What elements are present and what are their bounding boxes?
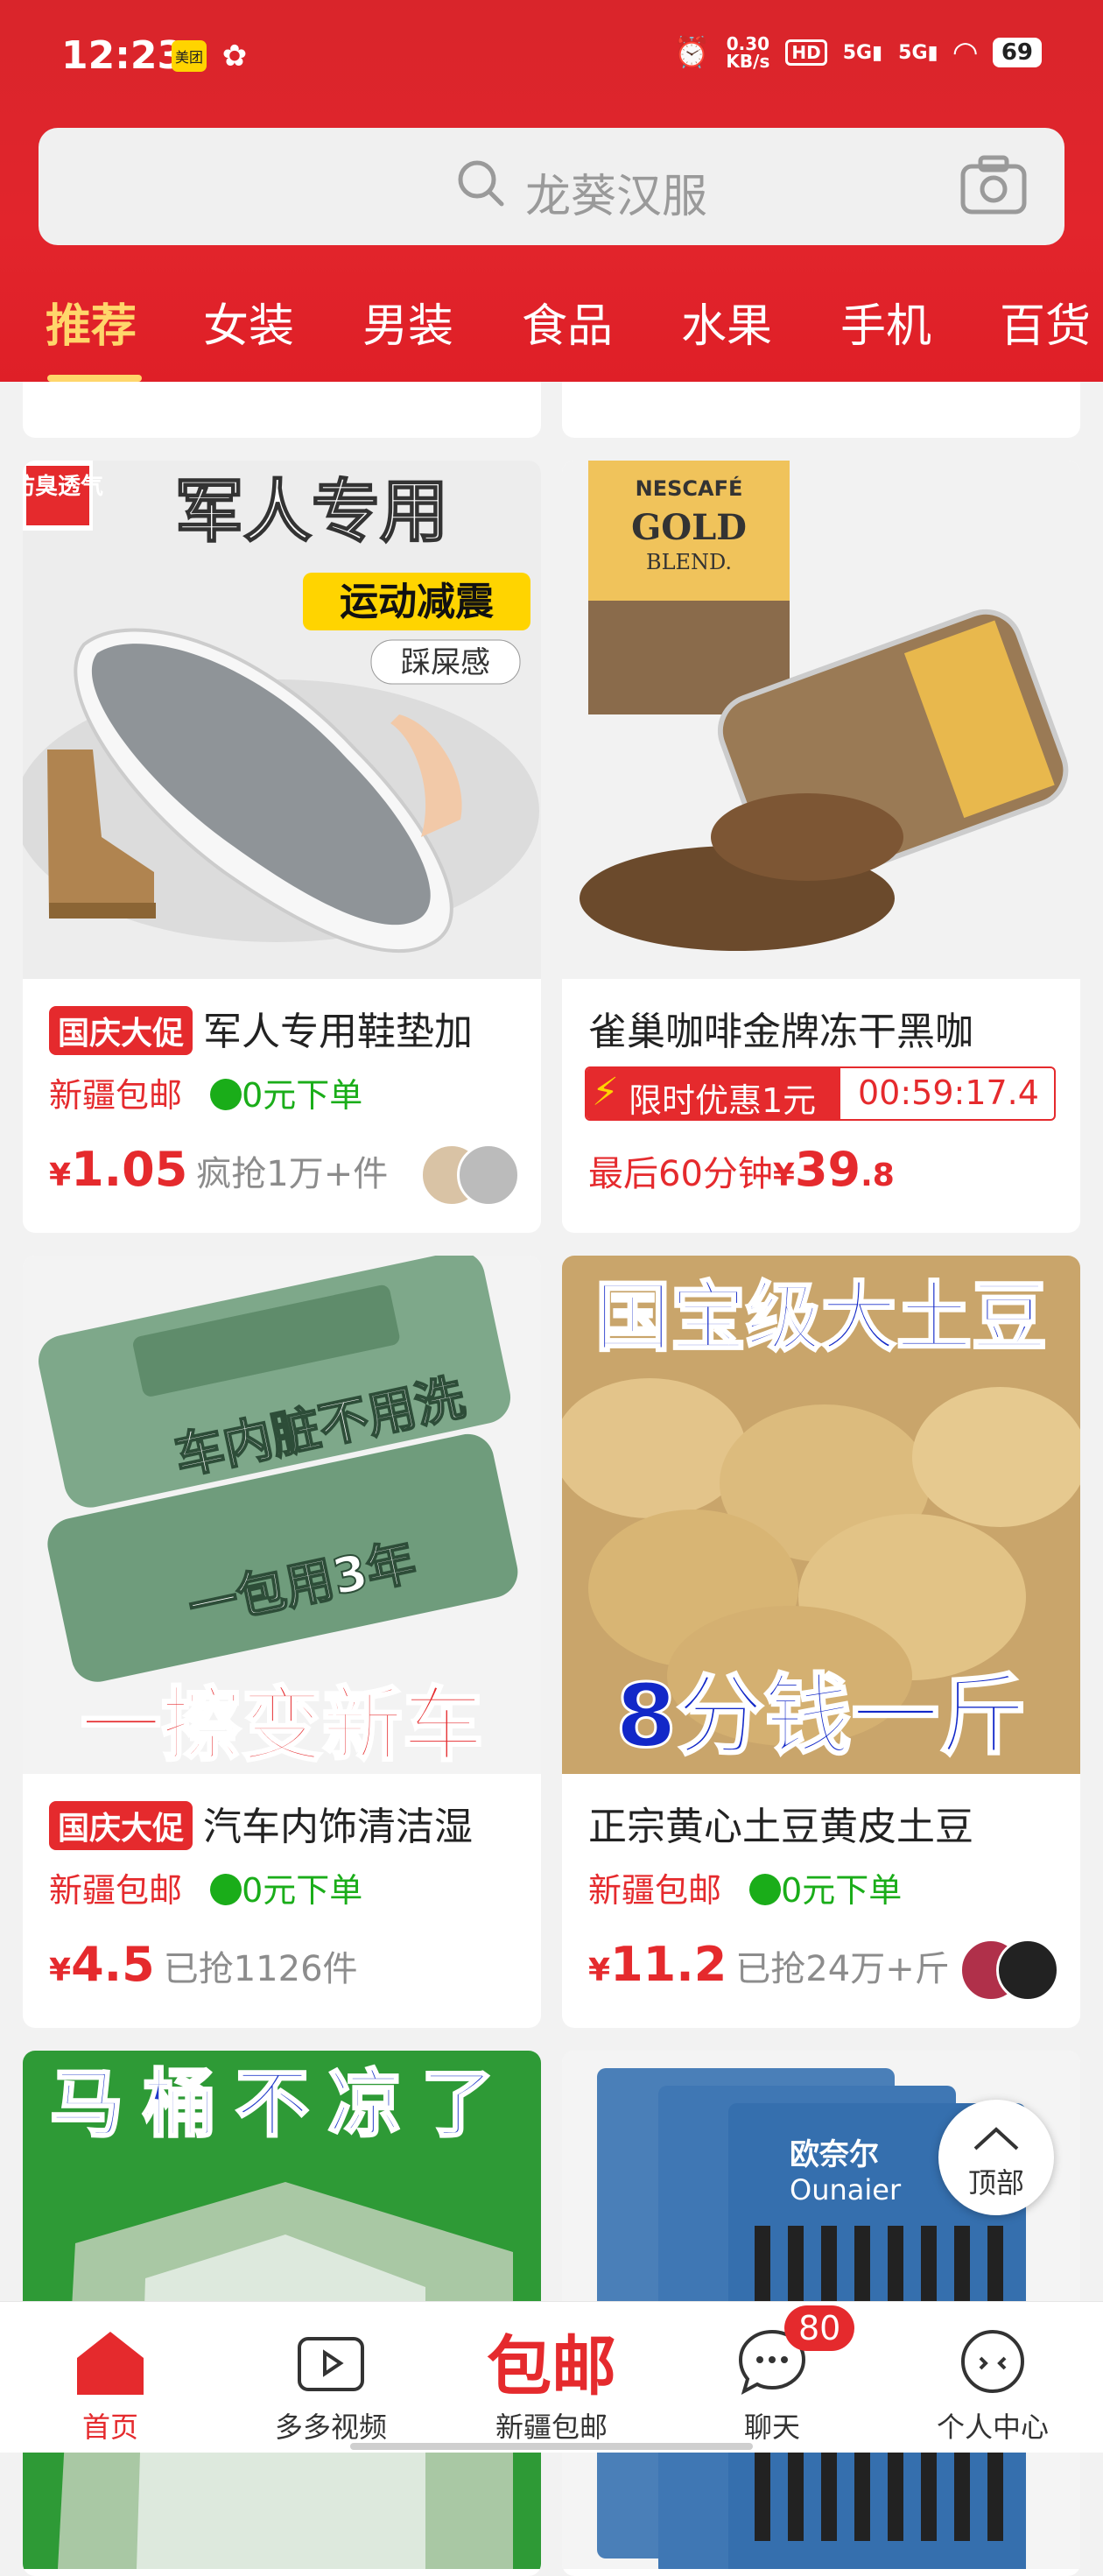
free-shipping-banner: 包邮 (487, 2329, 616, 2404)
zero-order-icon (749, 1873, 782, 1905)
back-to-top-button[interactable]: 顶部 (938, 2100, 1054, 2215)
product-image: 国宝级大土豆 8分钱一斤 (562, 1256, 1080, 1774)
shipping-row: 新疆包邮 0元下单 (49, 1871, 363, 1910)
tab-men[interactable]: 男装 (362, 289, 453, 355)
product-title: 国庆大促 汽车内饰清洁湿 (49, 1795, 522, 1854)
svg-text:NESCAFÉ: NESCAFÉ (636, 475, 743, 501)
tab-women[interactable]: 女装 (203, 289, 294, 355)
buyer-avatars (959, 1939, 1059, 2002)
profile-icon (961, 2330, 1024, 2393)
search-bar[interactable]: 龙葵汉服 (39, 128, 1064, 245)
header: 12:23 美团 ✿ ⏰ 0.30 KB/s HD 5G▮ 5G▮ ◠ 69 龙葵… (0, 0, 1103, 382)
search-icon (458, 160, 504, 207)
status-bar: 12:23 美团 ✿ ⏰ 0.30 KB/s HD 5G▮ 5G▮ ◠ 69 (0, 0, 1103, 114)
hd-icon: HD (785, 39, 827, 66)
product-image: 车内脏不用洗 一包用3年 一擦变新车 (23, 1256, 541, 1774)
alarm-icon: ⏰ (673, 35, 711, 70)
price-row: ¥1.05 疯抢1万+件 (49, 1142, 389, 1197)
svg-text:马桶不凉了: 马桶不凉了 (50, 2061, 514, 2147)
avatar (457, 1144, 520, 1207)
shipping-row: 新疆包邮 0元下单 (588, 1871, 903, 1910)
tab-phone[interactable]: 手机 (840, 289, 931, 355)
svg-text:GOLD: GOLD (631, 507, 747, 548)
signal-5g-icon-2: 5G▮ (898, 41, 938, 64)
svg-text:欧奈尔: 欧奈尔 (790, 2137, 879, 2172)
zero-order-icon (210, 1078, 242, 1110)
svg-text:军人专用: 军人专用 (175, 473, 448, 552)
tab-fruit[interactable]: 水果 (681, 289, 772, 355)
home-indicator (350, 2443, 753, 2450)
network-speed: 0.30 KB/s (726, 33, 770, 72)
zero-order-icon (210, 1873, 242, 1905)
flash-sale-bar: ⚡ 限时优惠1元 00:59:17.4 (585, 1066, 1056, 1121)
promo-badge: 国庆大促 (49, 1006, 193, 1055)
wifi-icon: ◠ (953, 35, 977, 70)
svg-text:国宝级大土豆: 国宝级大土豆 (595, 1274, 1047, 1362)
svg-text:BLEND.: BLEND. (646, 550, 732, 574)
svg-text:一擦变新车: 一擦变新车 (81, 1679, 483, 1772)
tab-general[interactable]: 百货 (1000, 289, 1091, 355)
nav-home[interactable]: 首页 (0, 2302, 221, 2453)
avatar (996, 1939, 1059, 2002)
search-placeholder: 龙葵汉服 (525, 171, 708, 223)
app-icon: ✿ (221, 39, 248, 74)
svg-text:Ounaier: Ounaier (790, 2173, 902, 2206)
camera-icon[interactable] (959, 154, 1028, 215)
nav-chat[interactable]: 80 聊天 (662, 2302, 882, 2453)
status-icons: ⏰ 0.30 KB/s HD 5G▮ 5G▮ ◠ 69 (673, 35, 1042, 70)
product-title: 国庆大促 军人专用鞋垫加 (49, 1000, 522, 1059)
product-image: 防臭透气 军人专用 运动减震 踩屎感 (23, 461, 541, 979)
signal-5g-icon: 5G▮ (842, 41, 883, 64)
promo-badge: 国庆大促 (49, 1801, 193, 1850)
lightning-icon: ⚡ (592, 1070, 619, 1115)
unread-badge: 80 (784, 2305, 855, 2351)
product-card[interactable]: 车内脏不用洗 一包用3年 一擦变新车 国庆大促 汽车内饰清洁湿 新疆包邮 0元下单… (23, 1256, 541, 2028)
price-row: ¥4.5 已抢1126件 (49, 1937, 358, 1992)
shipping-row: 新疆包邮 0元下单 (49, 1076, 363, 1115)
badge-text: 防臭透气 (23, 473, 103, 500)
product-card[interactable]: 国宝级大土豆 8分钱一斤 正宗黄心土豆黄皮土豆 新疆包邮 0元下单 ¥11.2 已… (562, 1256, 1080, 2028)
meituan-icon: 美团 (172, 40, 207, 72)
status-time: 12:23 (61, 33, 185, 78)
nav-profile[interactable]: 个人中心 (882, 2302, 1103, 2453)
battery-indicator: 69 (992, 38, 1042, 67)
svg-text:8分钱一斤: 8分钱一斤 (615, 1665, 1027, 1767)
countdown: 00:59:17.4 (858, 1073, 1039, 1112)
bottom-navigation: 首页 多多视频 包邮 新疆包邮 80 聊天 个人中心 (0, 2301, 1103, 2453)
product-image: NESCAFÉ GOLD BLEND. (562, 461, 1080, 979)
nav-free-shipping[interactable]: 包邮 新疆包邮 (441, 2302, 662, 2453)
active-tab-indicator (47, 375, 142, 382)
product-card[interactable]: NESCAFÉ GOLD BLEND. 雀巢咖啡金牌冻干黑咖 ⚡ 限时优惠1元 … (562, 461, 1080, 1233)
price-row: ¥11.2 已抢24万+斤 (588, 1937, 950, 1992)
product-title: 正宗黄心土豆黄皮土豆 (588, 1805, 973, 1849)
home-icon (77, 2332, 144, 2395)
product-title: 雀巢咖啡金牌冻干黑咖 (588, 1010, 973, 1054)
buyer-avatars (420, 1144, 520, 1207)
video-icon (298, 2337, 364, 2391)
svg-text:运动减震: 运动减震 (340, 580, 495, 624)
nav-video[interactable]: 多多视频 (221, 2302, 441, 2453)
svg-text:踩屎感: 踩屎感 (401, 645, 490, 680)
price-row: 最后60分钟¥39.8 (588, 1142, 895, 1197)
tab-food[interactable]: 食品 (522, 289, 613, 355)
product-card[interactable]: 防臭透气 军人专用 运动减震 踩屎感 国庆大促 军人专用鞋垫加 新疆包邮 0元下单… (23, 461, 541, 1233)
chevron-up-icon (973, 2127, 1019, 2150)
tab-recommend[interactable]: 推荐 (46, 289, 137, 355)
category-tabs: 推荐 女装 男装 食品 水果 手机 百货 (0, 289, 1103, 382)
